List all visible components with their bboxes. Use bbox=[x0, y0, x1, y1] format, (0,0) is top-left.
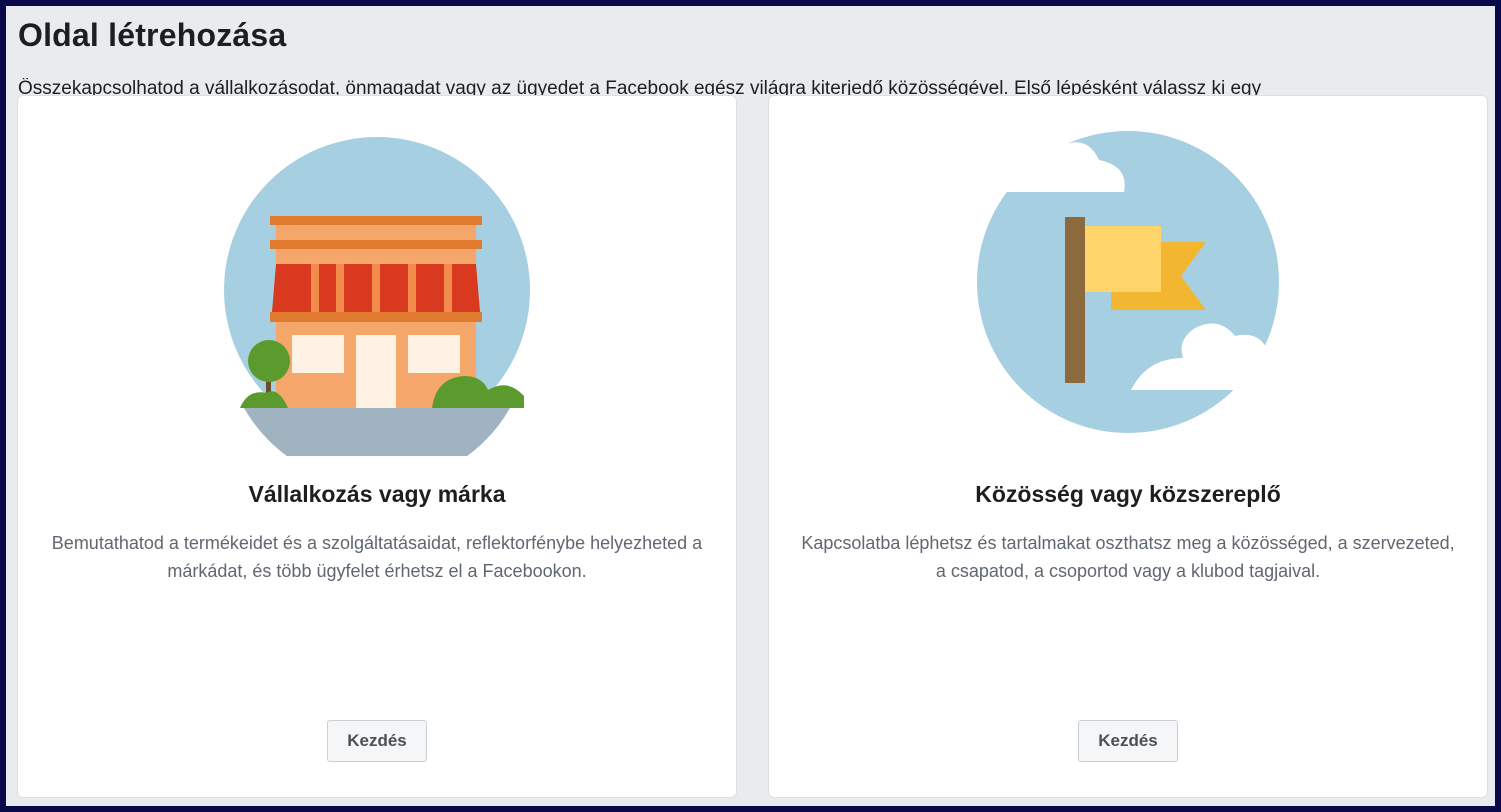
card-description: Kapcsolatba léphetsz és tartalmakat oszt… bbox=[801, 533, 1455, 581]
storefront-icon bbox=[224, 137, 530, 456]
start-button[interactable]: Kezdés bbox=[327, 720, 427, 762]
business-card[interactable]: Vállalkozás vagy márka Bemutathatod a te… bbox=[17, 95, 737, 798]
card-title: Vállalkozás vagy márka bbox=[248, 481, 506, 507]
card-title: Közösség vagy közszereplő bbox=[975, 481, 1281, 507]
flag-icon bbox=[969, 131, 1290, 433]
community-card[interactable]: Közösség vagy közszereplő Kapcsolatba lé… bbox=[768, 95, 1488, 798]
card-description: Bemutathatod a termékeidet és a szolgált… bbox=[51, 533, 703, 581]
start-button[interactable]: Kezdés bbox=[1078, 720, 1178, 762]
page-frame: Oldal létrehozása Összekapcsolhatod a vá… bbox=[6, 6, 1495, 806]
page-title: Oldal létrehozása bbox=[18, 17, 287, 53]
